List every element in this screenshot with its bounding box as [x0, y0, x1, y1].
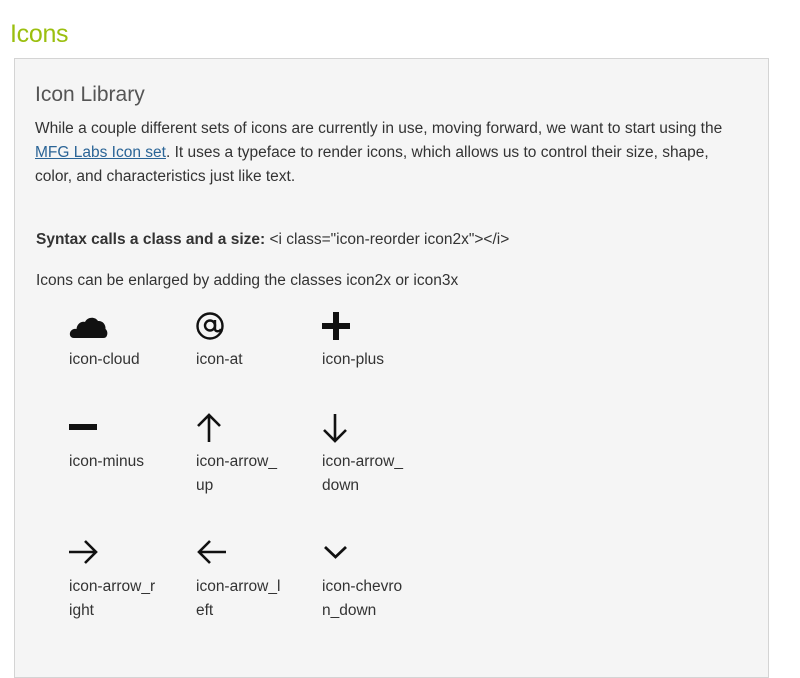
- icon-label: icon-at: [196, 351, 243, 368]
- icon-cell-at: icon-at: [196, 309, 311, 372]
- arrow-up-icon: [196, 411, 236, 445]
- icon-cell-plus: icon-plus: [322, 309, 437, 372]
- icon-label: icon-arrow_down: [322, 453, 403, 494]
- cloud-icon: [69, 309, 109, 343]
- icon-cell-arrow-down: icon-arrow_down: [322, 411, 437, 498]
- icon-label: icon-cloud: [69, 351, 140, 368]
- icon-cell-arrow-right: icon-arrow_right: [69, 536, 184, 623]
- arrow-down-icon: [322, 411, 362, 445]
- icon-cell-minus: icon-minus: [69, 411, 184, 474]
- icon-label: icon-arrow_up: [196, 453, 277, 494]
- icon-library-panel: Icon Library While a couple different se…: [14, 58, 769, 678]
- icon-label: icon-chevron_down: [322, 578, 403, 619]
- panel-title: Icon Library: [35, 83, 145, 106]
- syntax-label: Syntax calls a class and a size:: [36, 231, 266, 248]
- intro-text-start: While a couple different sets of icons a…: [35, 120, 723, 137]
- icon-cell-cloud: icon-cloud: [69, 309, 184, 372]
- minus-icon: [69, 411, 109, 445]
- icon-label: icon-plus: [322, 351, 385, 368]
- arrow-right-icon: [69, 536, 109, 570]
- arrow-left-icon: [196, 536, 236, 570]
- syntax-note: Syntax calls a class and a size: <i clas…: [36, 231, 509, 249]
- icon-cell-chevron-down: icon-chevron_down: [322, 536, 437, 623]
- icon-label: icon-minus: [69, 453, 144, 470]
- page-title: Icons: [10, 20, 69, 48]
- intro-paragraph: While a couple different sets of icons a…: [35, 117, 750, 189]
- chevron-down-icon: [322, 536, 362, 570]
- mfg-labs-link[interactable]: MFG Labs Icon set: [35, 144, 166, 161]
- icon-label: icon-arrow_left: [196, 578, 281, 619]
- plus-icon: [322, 309, 362, 343]
- icon-cell-arrow-up: icon-arrow_up: [196, 411, 311, 498]
- at-icon: [196, 309, 236, 343]
- icon-cell-arrow-left: icon-arrow_left: [196, 536, 311, 623]
- syntax-code: <i class="icon-reorder icon2x"></i>: [265, 231, 510, 248]
- icon-label: icon-arrow_right: [69, 578, 156, 619]
- enlarge-note: Icons can be enlarged by adding the clas…: [36, 272, 459, 289]
